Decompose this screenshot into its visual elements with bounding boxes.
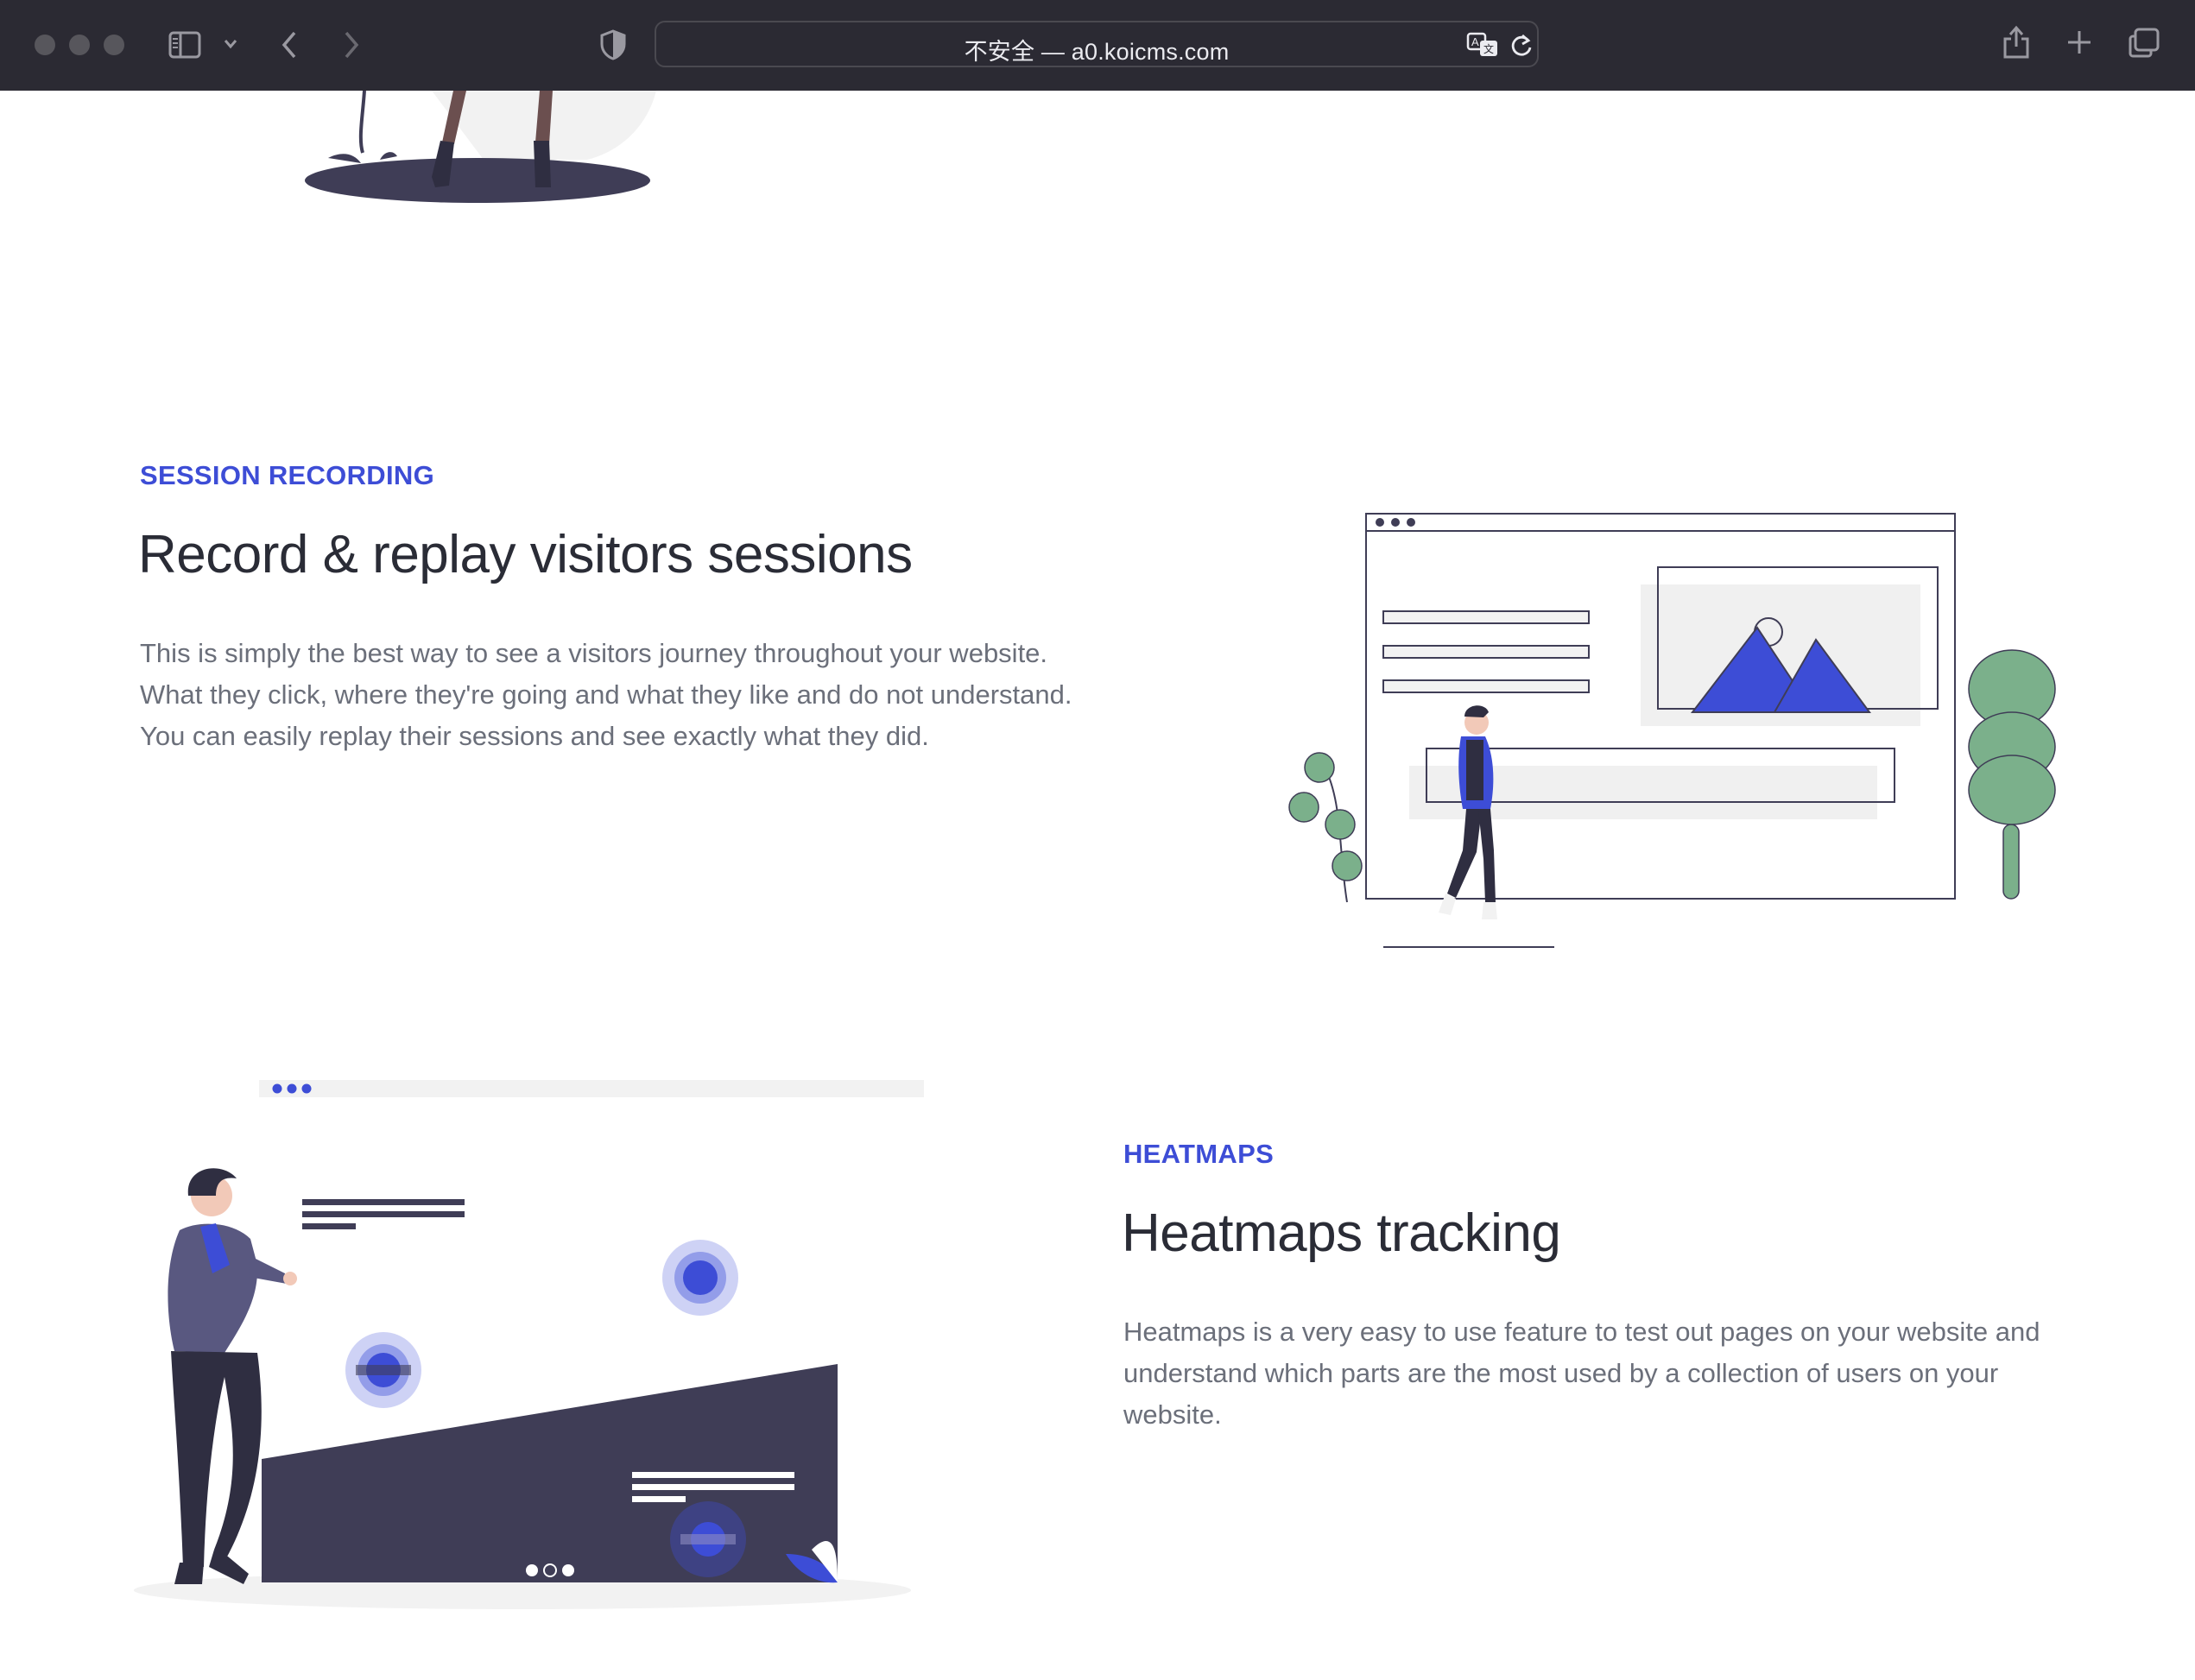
heatmaps-illustration — [130, 1066, 924, 1619]
svg-text:A: A — [1471, 35, 1479, 48]
plus-icon[interactable] — [2065, 28, 2093, 56]
translate-icon[interactable]: A文 — [1466, 31, 1501, 59]
address-text: 不安全 — a0.koicms.com — [964, 39, 1230, 65]
close-window-button[interactable] — [35, 35, 55, 55]
heatmaps-eyebrow: HEATMAPS — [1123, 1139, 1275, 1169]
heatmaps-description: Heatmaps is a very easy to use feature t… — [1123, 1317, 2040, 1430]
heatmaps-title: Heatmaps tracking — [1122, 1203, 1561, 1263]
page-content: SESSION RECORDING Record & replay visito… — [0, 91, 2195, 1680]
sidebar-icon[interactable] — [168, 31, 203, 59]
chevron-right-icon[interactable] — [340, 29, 361, 60]
session-recording-illustration — [1278, 419, 2072, 954]
minimize-window-button[interactable] — [69, 35, 90, 55]
address-bar[interactable]: 不安全 — a0.koicms.com A文 — [655, 21, 1539, 67]
browser-toolbar: 不安全 — a0.koicms.com A文 — [0, 0, 2195, 91]
reload-icon[interactable] — [1509, 33, 1534, 59]
hero-illustration-tail — [294, 91, 674, 212]
tabs-overview-icon[interactable] — [2128, 28, 2160, 59]
chevron-down-icon[interactable] — [223, 38, 238, 50]
zoom-window-button[interactable] — [104, 35, 124, 55]
chevron-left-icon[interactable] — [280, 29, 300, 60]
svg-text:文: 文 — [1483, 42, 1494, 55]
session-title: Record & replay visitors sessions — [138, 525, 913, 584]
session-eyebrow: SESSION RECORDING — [140, 460, 434, 490]
session-description: This is simply the best way to see a vis… — [140, 638, 1072, 751]
share-icon[interactable] — [2002, 24, 2031, 60]
shield-icon[interactable] — [599, 29, 627, 60]
